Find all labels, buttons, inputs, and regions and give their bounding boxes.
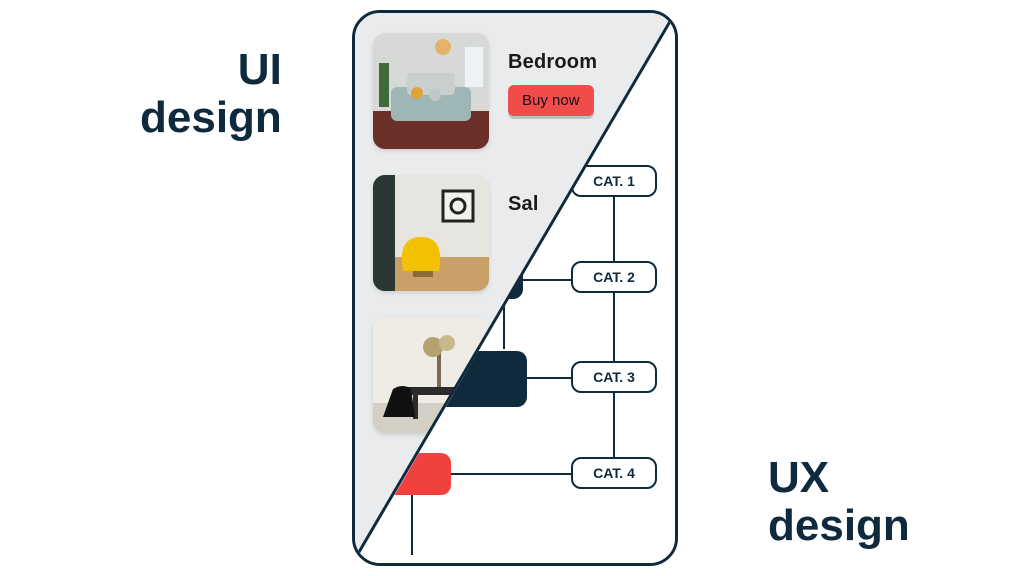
category-label: CAT. 4 — [593, 465, 635, 481]
connector-line — [411, 495, 413, 555]
category-node-3: CAT. 3 — [571, 361, 657, 393]
connector-line — [451, 473, 571, 475]
category-label: CAT. 2 — [593, 269, 635, 285]
category-node-1: CAT. 1 — [571, 165, 657, 197]
category-label: CAT. 3 — [593, 369, 635, 385]
connector-line — [613, 197, 615, 457]
category-label: CAT. 1 — [593, 173, 635, 189]
product-title: Sal — [508, 193, 539, 216]
category-node-4: CAT. 4 — [571, 457, 657, 489]
phone-frame: CAT. 1 CAT. 2 CAT. 3 CAT. 4 — [352, 10, 678, 566]
connector-line — [527, 377, 571, 379]
product-title: Bedroom — [508, 51, 597, 74]
buy-now-label: Buy now — [522, 92, 580, 109]
connector-line — [523, 279, 571, 281]
living-room-image — [373, 175, 489, 291]
bedroom-image — [373, 33, 489, 149]
heading-ux-design: UX design — [768, 454, 910, 551]
heading-ui-line1: UI — [140, 46, 282, 94]
diagram-canvas: UI design UX design CAT. 1 CAT. 2 CAT. — [0, 0, 1024, 576]
buy-now-button[interactable]: Buy now — [508, 85, 594, 116]
product-thumbnail — [373, 33, 489, 149]
heading-ux-line1: UX — [768, 454, 910, 502]
product-thumbnail — [373, 175, 489, 291]
heading-ui-line2: design — [140, 94, 282, 142]
heading-ux-line2: design — [768, 502, 910, 550]
heading-ui-design: UI design — [140, 46, 282, 143]
category-node-2: CAT. 2 — [571, 261, 657, 293]
